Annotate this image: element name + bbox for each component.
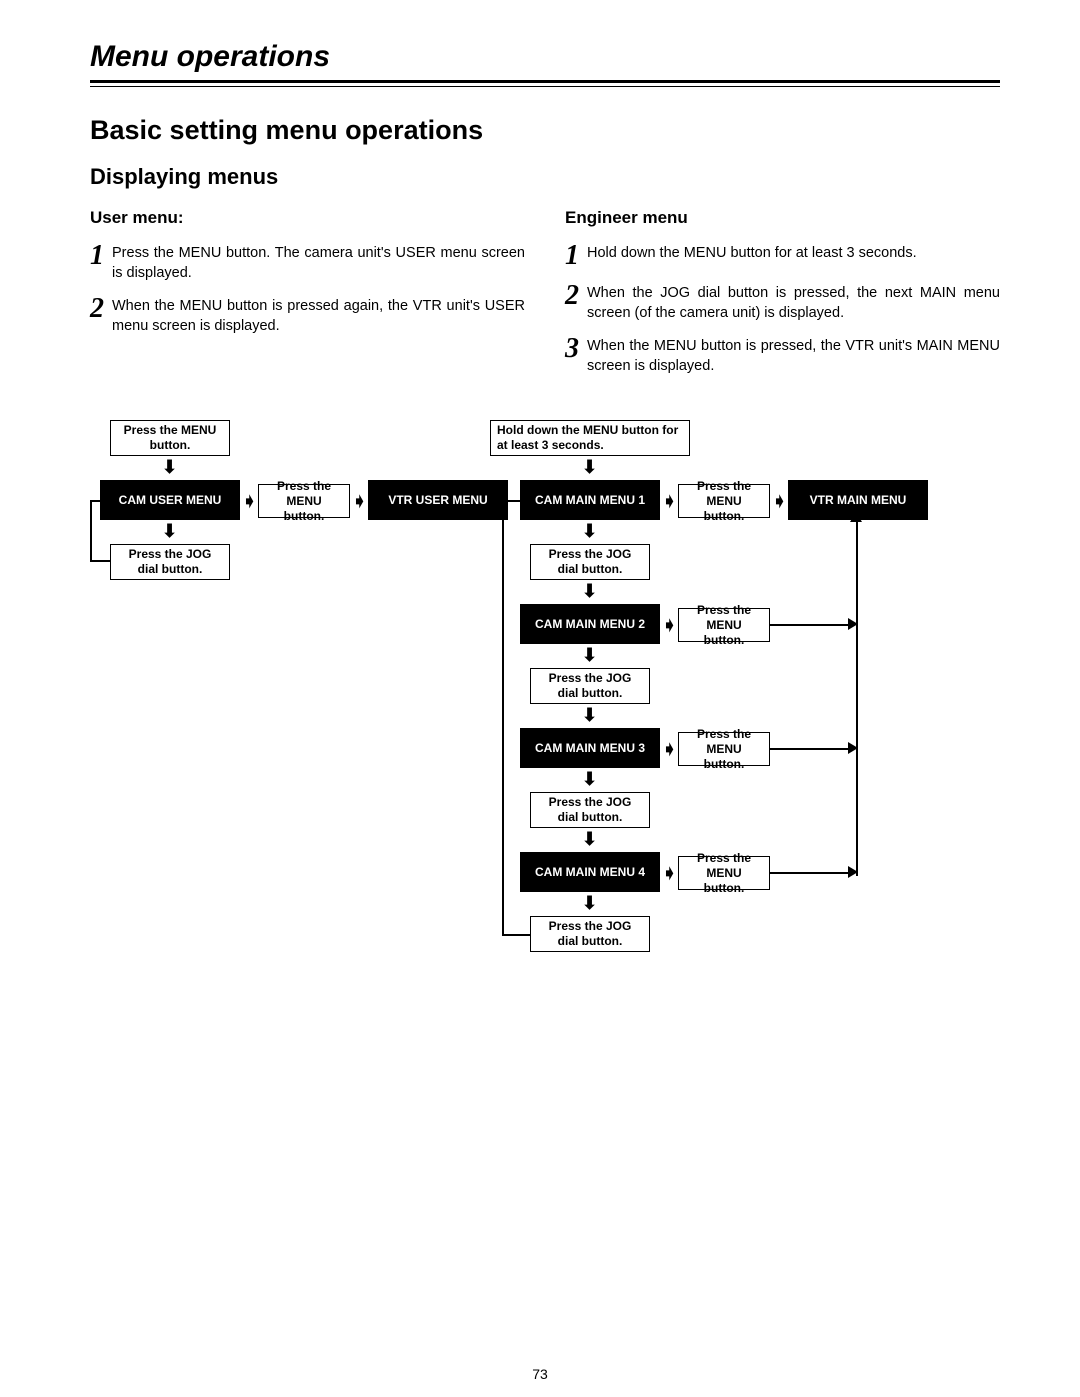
eng-step-3: 3 When the MENU button is pressed, the V… <box>565 337 1000 376</box>
eng-step-2: 2 When the JOG dial button is pressed, t… <box>565 284 1000 323</box>
box-press-menu-short: Press the MENU button. <box>678 608 770 642</box>
arrow-down-icon: ⬇ <box>162 458 177 476</box>
arrow-right-icon: ➧ <box>662 492 677 510</box>
arrow-down-icon: ⬇ <box>582 830 597 848</box>
step-number: 1 <box>90 242 112 270</box>
box-press-menu-short: Press the MENU button. <box>678 484 770 518</box>
arrow-right-icon: ➧ <box>242 492 257 510</box>
step-text: Press the MENU button. The camera unit's… <box>112 244 525 283</box>
arrow-down-icon: ⬇ <box>582 706 597 724</box>
box-press-jog: Press the JOG dial button. <box>530 544 650 580</box>
arrow-right-icon: ➧ <box>662 740 677 758</box>
page-number: 73 <box>0 1366 1080 1382</box>
eng-step-1: 1 Hold down the MENU button for at least… <box>565 244 1000 270</box>
box-cam-main-4: CAM MAIN MENU 4 <box>520 852 660 892</box>
user-menu-column: User menu: 1 Press the MENU button. The … <box>90 208 525 390</box>
box-cam-main-2: CAM MAIN MENU 2 <box>520 604 660 644</box>
box-press-menu-short: Press the MENU button. <box>678 856 770 890</box>
box-press-menu-short: Press the MENU button. <box>678 732 770 766</box>
arrow-down-icon: ⬇ <box>582 458 597 476</box>
user-step-2: 2 When the MENU button is pressed again,… <box>90 297 525 336</box>
arrow-down-icon: ⬇ <box>582 894 597 912</box>
box-cam-main-3: CAM MAIN MENU 3 <box>520 728 660 768</box>
box-cam-user-menu: CAM USER MENU <box>100 480 240 520</box>
step-number: 2 <box>90 295 112 323</box>
step-number: 1 <box>565 242 587 270</box>
arrow-right-icon: ➧ <box>352 492 367 510</box>
title-rule <box>90 80 1000 87</box>
box-cam-main-1: CAM MAIN MENU 1 <box>520 480 660 520</box>
step-text: When the MENU button is pressed, the VTR… <box>587 337 1000 376</box>
user-menu-heading: User menu: <box>90 208 525 228</box>
user-step-1: 1 Press the MENU button. The camera unit… <box>90 244 525 283</box>
step-number: 2 <box>565 282 587 310</box>
arrow-down-icon: ⬇ <box>582 582 597 600</box>
arrow-right-icon: ➧ <box>662 616 677 634</box>
box-hold-menu: Hold down the MENU button for at least 3… <box>490 420 690 456</box>
arrow-down-icon: ⬇ <box>582 770 597 788</box>
box-press-jog: Press the JOG dial button. <box>110 544 230 580</box>
arrow-right-icon: ➧ <box>772 492 787 510</box>
arrow-down-icon: ⬇ <box>162 522 177 540</box>
columns: User menu: 1 Press the MENU button. The … <box>90 208 1000 390</box>
step-text: When the MENU button is pressed again, t… <box>112 297 525 336</box>
section-heading: Basic setting menu operations <box>90 115 1000 146</box>
arrow-down-icon: ⬇ <box>582 522 597 540</box>
page-title: Menu operations <box>90 40 1000 74</box>
engineer-menu-heading: Engineer menu <box>565 208 1000 228</box>
box-press-jog: Press the JOG dial button. <box>530 792 650 828</box>
box-press-menu: Press the MENU button. <box>110 420 230 456</box>
arrow-right-icon: ➧ <box>662 864 677 882</box>
step-text: When the JOG dial button is pressed, the… <box>587 284 1000 323</box>
arrow-down-icon: ⬇ <box>582 646 597 664</box>
box-vtr-user-menu: VTR USER MENU <box>368 480 508 520</box>
box-press-jog: Press the JOG dial button. <box>530 668 650 704</box>
step-number: 3 <box>565 335 587 363</box>
step-text: Hold down the MENU button for at least 3… <box>587 244 1000 264</box>
box-press-menu-short: Press the MENU button. <box>258 484 350 518</box>
box-press-jog: Press the JOG dial button. <box>530 916 650 952</box>
flow-diagram: Press the MENU button. ⬇ CAM USER MENU ➧… <box>90 420 1000 1190</box>
subsection-heading: Displaying menus <box>90 164 1000 190</box>
engineer-menu-column: Engineer menu 1 Hold down the MENU butto… <box>565 208 1000 390</box>
